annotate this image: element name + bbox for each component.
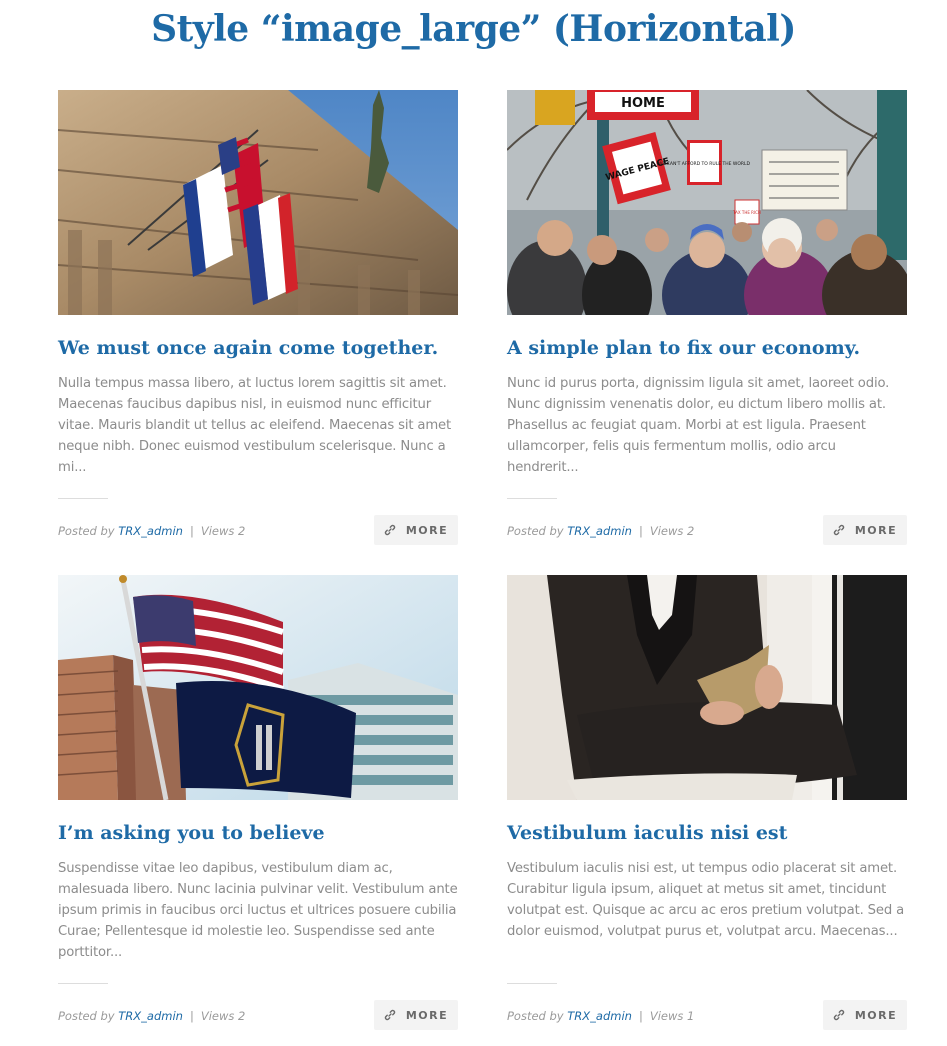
- post-excerpt: Suspendisse vitae leo dapibus, vestibulu…: [58, 861, 458, 960]
- link-icon: [384, 524, 396, 536]
- building-with-flags-image: [58, 90, 458, 315]
- post-thumbnail[interactable]: [58, 575, 458, 800]
- sign-text: TAX THE RICH: [732, 210, 761, 215]
- more-button-label: MORE: [405, 1008, 449, 1022]
- more-button[interactable]: MORE: [823, 1000, 907, 1030]
- post-title[interactable]: Vestibulum iaculis nisi est: [507, 820, 907, 846]
- posted-by-label: Posted by: [58, 1009, 115, 1023]
- views-count: 2: [687, 524, 695, 538]
- author-link[interactable]: TRX_admin: [118, 524, 183, 538]
- more-button-label: MORE: [854, 523, 898, 537]
- more-button-label: MORE: [405, 523, 449, 537]
- meta-separator: |: [638, 524, 643, 538]
- sign-text: HOME: [621, 96, 665, 111]
- author-link[interactable]: TRX_admin: [567, 1009, 632, 1023]
- flags-and-skyscrapers-image: [58, 575, 458, 800]
- post-meta: Posted by TRX_admin | Views 2: [58, 1007, 245, 1025]
- post-card: Vestibulum iaculis nisi est Vestibulum i…: [507, 575, 907, 1035]
- divider: [507, 498, 557, 499]
- meta-separator: |: [189, 524, 194, 538]
- divider: [507, 983, 557, 984]
- post-title[interactable]: I’m asking you to believe: [58, 820, 458, 846]
- man-reading-book-image: [507, 575, 907, 800]
- link-icon: [833, 1009, 845, 1021]
- posted-by-label: Posted by: [507, 524, 564, 538]
- posted-by-label: Posted by: [507, 1009, 564, 1023]
- divider: [58, 983, 108, 984]
- post-meta: Posted by TRX_admin | Views 2: [58, 522, 245, 540]
- post-title[interactable]: A simple plan to fix our economy.: [507, 335, 907, 361]
- more-button[interactable]: MORE: [374, 1000, 458, 1030]
- page-title: Style “image_large” (Horizontal): [151, 8, 796, 50]
- post-card: HOME WAGE PEACE WE CAN'T AFFORD TO RULE …: [507, 90, 907, 550]
- more-button[interactable]: MORE: [374, 515, 458, 545]
- post-title[interactable]: We must once again come together.: [58, 335, 458, 361]
- post-thumbnail[interactable]: [507, 575, 907, 800]
- post-excerpt: Nulla tempus massa libero, at luctus lor…: [58, 376, 452, 475]
- more-button-label: MORE: [854, 1008, 898, 1022]
- more-button[interactable]: MORE: [823, 515, 907, 545]
- protest-crowd-image: HOME WAGE PEACE WE CAN'T AFFORD TO RULE …: [507, 90, 907, 315]
- views-label: Views: [200, 524, 235, 538]
- post-excerpt: Nunc id purus porta, dignissim ligula si…: [507, 376, 890, 475]
- link-icon: [833, 524, 845, 536]
- post-card: I’m asking you to believe Suspendisse vi…: [58, 575, 458, 1035]
- divider: [58, 498, 108, 499]
- post-card: We must once again come together. Nulla …: [58, 90, 458, 550]
- views-label: Views: [200, 1009, 235, 1023]
- post-thumbnail[interactable]: HOME WAGE PEACE WE CAN'T AFFORD TO RULE …: [507, 90, 907, 315]
- author-link[interactable]: TRX_admin: [118, 1009, 183, 1023]
- views-label: Views: [649, 1009, 684, 1023]
- post-meta: Posted by TRX_admin | Views 2: [507, 522, 694, 540]
- post-thumbnail[interactable]: [58, 90, 458, 315]
- views-count: 1: [687, 1009, 695, 1023]
- posted-by-label: Posted by: [58, 524, 115, 538]
- post-excerpt: Vestibulum iaculis nisi est, ut tempus o…: [507, 861, 905, 939]
- link-icon: [384, 1009, 396, 1021]
- sign-text: WE CAN'T AFFORD TO RULE THE WORLD: [658, 161, 750, 167]
- views-count: 2: [238, 524, 246, 538]
- meta-separator: |: [638, 1009, 643, 1023]
- meta-separator: |: [189, 1009, 194, 1023]
- views-count: 2: [238, 1009, 246, 1023]
- views-label: Views: [649, 524, 684, 538]
- post-meta: Posted by TRX_admin | Views 1: [507, 1007, 694, 1025]
- author-link[interactable]: TRX_admin: [567, 524, 632, 538]
